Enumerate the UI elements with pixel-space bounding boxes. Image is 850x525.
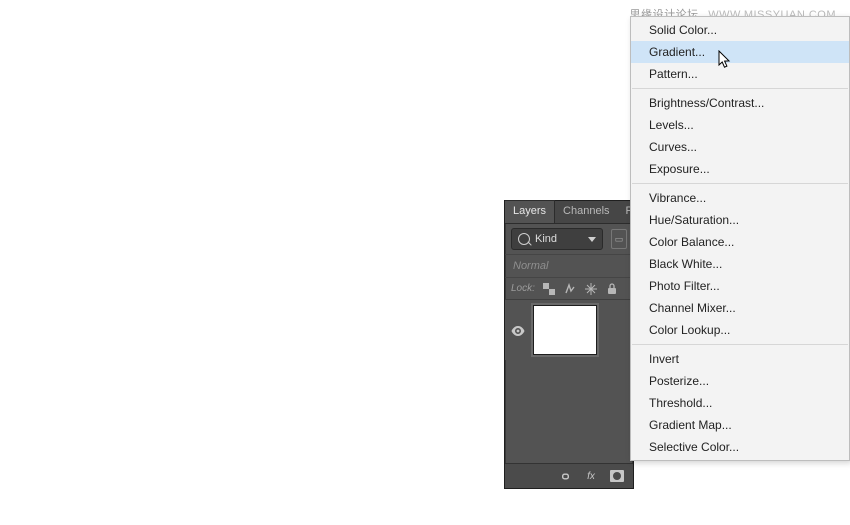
layers-list <box>505 300 633 360</box>
lock-transparency-icon[interactable] <box>543 282 556 295</box>
filter-type-button[interactable]: ▭ <box>611 229 627 249</box>
menu-item-gradient[interactable]: Gradient... <box>631 41 849 63</box>
layer-thumbnail[interactable] <box>533 305 597 355</box>
add-mask-icon[interactable] <box>609 468 625 484</box>
lock-label: Lock: <box>511 283 535 294</box>
lock-all-icon[interactable] <box>606 282 619 295</box>
tab-layers[interactable]: Layers <box>505 200 555 223</box>
menu-item-gradient-map[interactable]: Gradient Map... <box>631 414 849 436</box>
menu-item-color-balance[interactable]: Color Balance... <box>631 231 849 253</box>
lock-pixels-icon[interactable] <box>564 282 577 295</box>
menu-item-channel-mixer[interactable]: Channel Mixer... <box>631 297 849 319</box>
menu-item-photo-filter[interactable]: Photo Filter... <box>631 275 849 297</box>
menu-separator <box>632 88 848 89</box>
menu-separator <box>632 183 848 184</box>
menu-item-levels[interactable]: Levels... <box>631 114 849 136</box>
tab-channels[interactable]: Channels <box>555 201 617 223</box>
chevron-down-icon <box>588 237 596 242</box>
adjustment-layer-menu: Solid Color...Gradient...Pattern... Brigh… <box>630 16 850 461</box>
layer-fx-icon[interactable]: fx <box>583 468 599 484</box>
panel-tabs: Layers Channels P <box>505 201 633 224</box>
menu-item-posterize[interactable]: Posterize... <box>631 370 849 392</box>
menu-item-threshold[interactable]: Threshold... <box>631 392 849 414</box>
menu-item-curves[interactable]: Curves... <box>631 136 849 158</box>
menu-item-exposure[interactable]: Exposure... <box>631 158 849 180</box>
search-icon <box>518 233 530 245</box>
visibility-eye-icon[interactable] <box>511 325 525 335</box>
menu-item-solid-color[interactable]: Solid Color... <box>631 19 849 41</box>
filter-row: Kind ▭ <box>505 224 633 255</box>
lock-row: Lock: <box>505 278 633 300</box>
blend-mode-dropdown[interactable]: Normal <box>505 255 633 278</box>
menu-separator <box>632 344 848 345</box>
menu-item-brightness-contrast[interactable]: Brightness/Contrast... <box>631 92 849 114</box>
menu-item-vibrance[interactable]: Vibrance... <box>631 187 849 209</box>
menu-item-selective-color[interactable]: Selective Color... <box>631 436 849 458</box>
link-layers-icon[interactable] <box>557 468 573 484</box>
filter-kind-dropdown[interactable]: Kind <box>511 228 603 250</box>
menu-item-black-white[interactable]: Black White... <box>631 253 849 275</box>
menu-item-hue-saturation[interactable]: Hue/Saturation... <box>631 209 849 231</box>
filter-kind-label: Kind <box>535 233 557 245</box>
panel-footer: fx <box>505 463 633 488</box>
layer-row[interactable] <box>505 300 633 360</box>
menu-item-invert[interactable]: Invert <box>631 348 849 370</box>
menu-item-pattern[interactable]: Pattern... <box>631 63 849 85</box>
lock-position-icon[interactable] <box>585 282 598 295</box>
blend-mode-value: Normal <box>513 260 548 272</box>
layers-panel: Layers Channels P Kind ▭ Normal Lock: fx <box>504 200 634 489</box>
menu-item-color-lookup[interactable]: Color Lookup... <box>631 319 849 341</box>
